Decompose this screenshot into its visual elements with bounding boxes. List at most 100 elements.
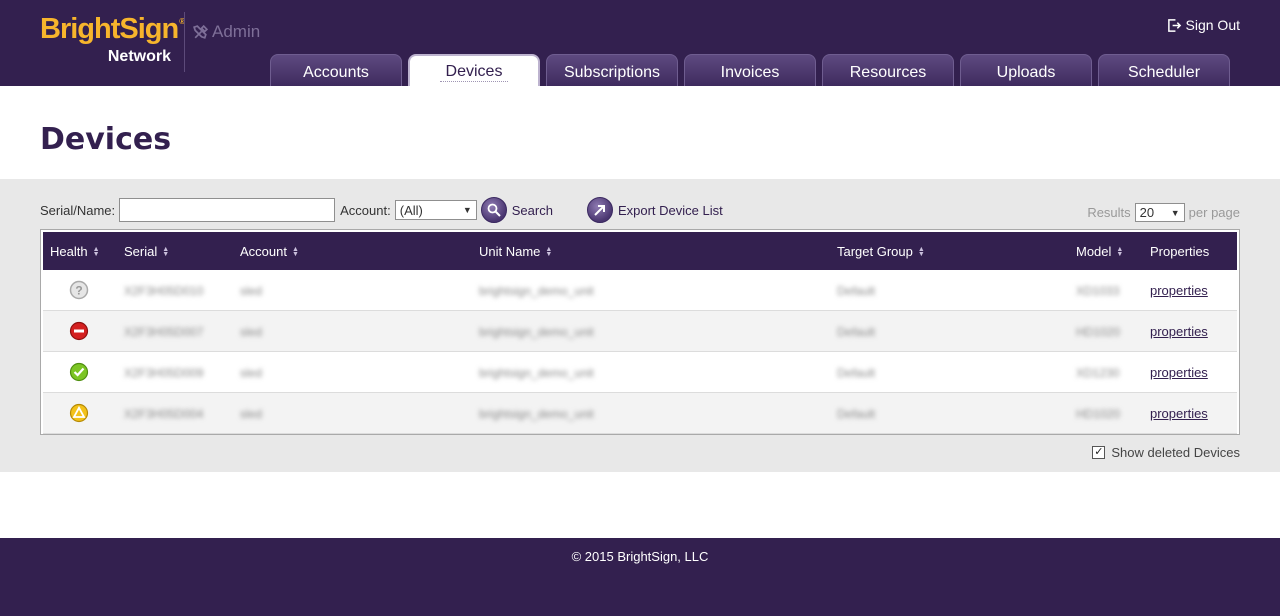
chevron-down-icon: ▼ bbox=[1170, 207, 1180, 218]
unit-name-cell: brightsign_demo_unit bbox=[479, 284, 594, 298]
sort-icon: ▲ ▼ bbox=[917, 245, 925, 258]
page-footer: © 2015 BrightSign, LLC bbox=[0, 538, 1280, 616]
copyright-text: © 2015 BrightSign, LLC bbox=[571, 549, 709, 564]
target-group-cell: Default bbox=[837, 325, 876, 339]
search-link[interactable]: Search bbox=[512, 203, 553, 218]
chevron-down-icon: ▼ bbox=[462, 205, 472, 215]
sort-icon: ▲ ▼ bbox=[545, 245, 553, 258]
account-cell: sled bbox=[240, 366, 263, 380]
column-label: Unit Name bbox=[479, 244, 541, 259]
health-unknown-icon: ? bbox=[69, 280, 89, 300]
tab-devices[interactable]: Devices bbox=[408, 54, 540, 86]
column-header-model[interactable]: Model ▲ ▼ bbox=[1076, 244, 1123, 259]
health-error-icon bbox=[69, 321, 89, 341]
tab-label: Devices bbox=[439, 63, 509, 82]
sort-icon: ▲ ▼ bbox=[291, 245, 299, 258]
account-select-value: (All) bbox=[399, 202, 423, 218]
table-row: X2F3H05D007 sled brightsign_demo_unit De… bbox=[43, 311, 1237, 352]
sort-icon: ▲ ▼ bbox=[1116, 245, 1124, 258]
column-header-unit-name[interactable]: Unit Name ▲ ▼ bbox=[479, 244, 552, 259]
sign-out-label: Sign Out bbox=[1185, 17, 1240, 33]
column-label: Model bbox=[1076, 244, 1112, 259]
page-title: Devices bbox=[40, 122, 172, 157]
column-label: Health bbox=[50, 244, 88, 259]
column-header-account[interactable]: Account ▲ ▼ bbox=[240, 244, 299, 259]
serial-cell: X2F3H05D010 bbox=[124, 284, 204, 298]
account-select[interactable]: (All) ▼ bbox=[394, 200, 477, 220]
tab-scheduler[interactable]: Scheduler bbox=[1098, 54, 1230, 86]
column-header-serial[interactable]: Serial ▲ ▼ bbox=[124, 244, 169, 259]
tab-invoices[interactable]: Invoices bbox=[684, 54, 816, 86]
logo-divider bbox=[184, 12, 185, 72]
account-cell: sled bbox=[240, 284, 263, 298]
serial-name-input[interactable] bbox=[119, 198, 336, 222]
tab-uploads[interactable]: Uploads bbox=[960, 54, 1092, 86]
unit-name-cell: brightsign_demo_unit bbox=[479, 366, 594, 380]
search-icon bbox=[487, 203, 501, 217]
top-header: BrightSign® Network Admin Sign Out Accou… bbox=[0, 0, 1280, 86]
export-group: Export Device List bbox=[586, 197, 723, 223]
filter-bar: Serial/Name: Account: (All) ▼ Search Exp… bbox=[40, 197, 723, 223]
column-header-properties: Properties bbox=[1150, 244, 1209, 259]
results-label: Results bbox=[1087, 205, 1131, 220]
tab-label: Subscriptions bbox=[563, 64, 661, 81]
logo-brand-text: BrightSign bbox=[40, 13, 179, 45]
tools-icon bbox=[193, 24, 209, 39]
account-cell: sled bbox=[240, 325, 263, 339]
main-tabs: Accounts Devices Subscriptions Invoices … bbox=[270, 54, 1230, 86]
results-per-page: Results 20 ▼ per page bbox=[1087, 203, 1240, 222]
column-header-health[interactable]: Health ▲ ▼ bbox=[50, 244, 100, 259]
serial-cell: X2F3H05D007 bbox=[124, 325, 204, 339]
tab-accounts[interactable]: Accounts bbox=[270, 54, 402, 86]
tab-subscriptions[interactable]: Subscriptions bbox=[546, 54, 678, 86]
search-button[interactable] bbox=[480, 197, 507, 223]
unit-name-cell: brightsign_demo_unit bbox=[479, 407, 594, 421]
column-label: Account bbox=[240, 244, 287, 259]
tab-label: Resources bbox=[849, 64, 927, 81]
health-warning-icon bbox=[69, 403, 89, 423]
export-arrow-icon bbox=[594, 205, 605, 216]
model-cell: HD1020 bbox=[1076, 407, 1121, 421]
results-select-value: 20 bbox=[1139, 205, 1155, 220]
show-deleted-label: Show deleted Devices bbox=[1111, 445, 1240, 460]
sign-out-link[interactable]: Sign Out bbox=[1167, 17, 1240, 33]
export-button[interactable] bbox=[586, 197, 613, 223]
sign-out-icon bbox=[1167, 18, 1181, 32]
properties-link[interactable]: properties bbox=[1150, 406, 1208, 421]
table-row: X2F3H05D009 sled brightsign_demo_unit De… bbox=[43, 352, 1237, 393]
tab-label: Uploads bbox=[996, 64, 1056, 81]
serial-cell: X2F3H05D004 bbox=[124, 407, 204, 421]
column-label: Target Group bbox=[837, 244, 913, 259]
properties-link[interactable]: properties bbox=[1150, 365, 1208, 380]
target-group-cell: Default bbox=[837, 284, 876, 298]
show-deleted-toggle: ✓ Show deleted Devices bbox=[1092, 445, 1240, 460]
tab-resources[interactable]: Resources bbox=[822, 54, 954, 86]
account-label: Account: bbox=[340, 202, 391, 218]
health-ok-icon bbox=[69, 362, 89, 382]
admin-text: Admin bbox=[212, 22, 261, 41]
admin-label: Admin bbox=[192, 22, 260, 42]
target-group-cell: Default bbox=[837, 407, 876, 421]
column-header-target-group[interactable]: Target Group ▲ ▼ bbox=[837, 244, 925, 259]
table-row: ? X2F3H05D010 sled brightsign_demo_unit … bbox=[43, 270, 1237, 311]
properties-link[interactable]: properties bbox=[1150, 283, 1208, 298]
svg-text:?: ? bbox=[75, 284, 82, 298]
unit-name-cell: brightsign_demo_unit bbox=[479, 325, 594, 339]
sort-icon: ▲ ▼ bbox=[92, 245, 100, 258]
devices-table: Health ▲ ▼ Serial ▲ ▼ Account ▲ ▼ Unit Name ▲ ▼ … bbox=[40, 229, 1240, 435]
serial-cell: X2F3H05D009 bbox=[124, 366, 204, 380]
properties-link[interactable]: properties bbox=[1150, 324, 1208, 339]
tab-label: Accounts bbox=[303, 64, 369, 81]
per-page-label: per page bbox=[1188, 205, 1240, 220]
brightsign-logo[interactable]: BrightSign® Network bbox=[40, 12, 185, 65]
tab-label: Scheduler bbox=[1127, 64, 1201, 81]
column-label: Serial bbox=[124, 244, 158, 259]
serial-label: Serial/Name: bbox=[40, 202, 116, 218]
table-header: Health ▲ ▼ Serial ▲ ▼ Account ▲ ▼ Unit Name ▲ ▼ … bbox=[43, 232, 1237, 270]
results-select[interactable]: 20 ▼ bbox=[1134, 203, 1185, 222]
show-deleted-checkbox[interactable]: ✓ bbox=[1092, 446, 1106, 459]
sort-icon: ▲ ▼ bbox=[162, 245, 170, 258]
target-group-cell: Default bbox=[837, 366, 876, 380]
model-cell: XD1033 bbox=[1076, 284, 1120, 298]
export-device-list-link[interactable]: Export Device List bbox=[618, 203, 723, 218]
